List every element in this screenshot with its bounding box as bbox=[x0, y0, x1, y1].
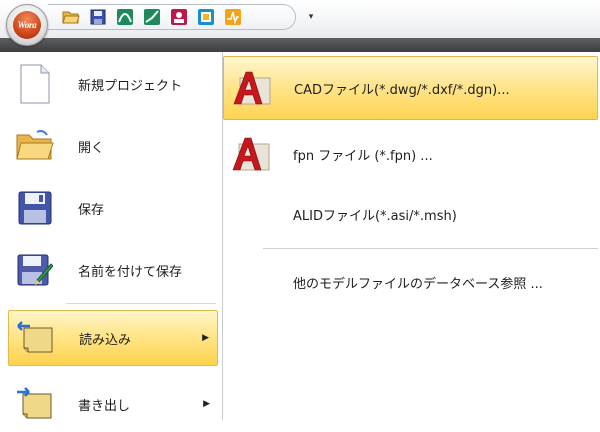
new-document-icon bbox=[10, 56, 60, 112]
menu-item-new-project[interactable]: 新規プロジェクト bbox=[8, 56, 218, 112]
menu-item-import[interactable]: 読み込み ▶ bbox=[8, 310, 218, 366]
submenu-item-cad-file[interactable]: CADファイル(*.dwg/*.dxf/*.dgn)... bbox=[223, 56, 598, 120]
save-as-icon bbox=[10, 242, 60, 298]
menu-item-label: 開く bbox=[78, 140, 105, 156]
ribbon-band bbox=[0, 38, 600, 52]
autocad-icon bbox=[230, 66, 274, 110]
submenu-item-fpn-file[interactable]: fpn ファイル (*.fpn) ... bbox=[223, 122, 598, 186]
menu-item-save[interactable]: 保存 bbox=[8, 180, 218, 236]
menu-separator bbox=[66, 303, 216, 304]
user-icon[interactable] bbox=[168, 7, 189, 27]
save-icon[interactable] bbox=[87, 7, 108, 27]
menu-item-export[interactable]: 書き出し ▶ bbox=[8, 376, 218, 432]
app-logo: Wora bbox=[13, 11, 41, 39]
menu-item-label: 保存 bbox=[78, 202, 105, 218]
floppy-disk-icon bbox=[10, 180, 60, 236]
menu-item-label: 新規プロジェクト bbox=[78, 78, 183, 94]
import-submenu: CADファイル(*.dwg/*.dxf/*.dgn)... fpn ファイル (… bbox=[223, 52, 600, 420]
submenu-item-alid-file[interactable]: ALIDファイル(*.asi/*.msh) bbox=[223, 182, 598, 246]
import-icon bbox=[11, 310, 61, 366]
application-button[interactable]: Wora bbox=[6, 4, 48, 46]
submenu-separator bbox=[263, 248, 598, 249]
title-bar: ▾ bbox=[0, 0, 600, 38]
submenu-arrow-icon: ▶ bbox=[202, 333, 209, 343]
customize-toolbar-dropdown[interactable]: ▾ bbox=[304, 8, 318, 26]
folder-open-icon bbox=[10, 118, 60, 174]
submenu-item-label: ALIDファイル(*.asi/*.msh) bbox=[293, 208, 457, 224]
submenu-item-label: fpn ファイル (*.fpn) ... bbox=[293, 148, 433, 164]
menu-item-save-as[interactable]: 名前を付けて保存 bbox=[8, 242, 218, 298]
menu-item-open[interactable]: 開く bbox=[8, 118, 218, 174]
curve-icon[interactable] bbox=[114, 7, 135, 27]
menu-item-label: 読み込み bbox=[79, 332, 132, 348]
frame-icon[interactable] bbox=[195, 7, 216, 27]
quick-access-toolbar bbox=[48, 4, 296, 30]
autocad-icon bbox=[229, 132, 273, 176]
submenu-item-database-reference[interactable]: 他のモデルファイルのデータベース参照 ... bbox=[223, 250, 598, 314]
submenu-item-label: 他のモデルファイルのデータベース参照 ... bbox=[293, 276, 543, 292]
submenu-arrow-icon: ▶ bbox=[203, 399, 210, 409]
menu-item-label: 書き出し bbox=[78, 398, 131, 414]
line-icon[interactable] bbox=[141, 7, 162, 27]
export-icon bbox=[10, 376, 60, 432]
application-menu: 新規プロジェクト 開く 保存 名前を付けて保存 読み込み ▶ 書き出し ▶ bbox=[0, 52, 223, 420]
menu-item-label: 名前を付けて保存 bbox=[78, 264, 183, 280]
chart-icon[interactable] bbox=[222, 7, 243, 27]
folder-open-icon[interactable] bbox=[60, 7, 81, 27]
submenu-item-label: CADファイル(*.dwg/*.dxf/*.dgn)... bbox=[294, 82, 510, 98]
